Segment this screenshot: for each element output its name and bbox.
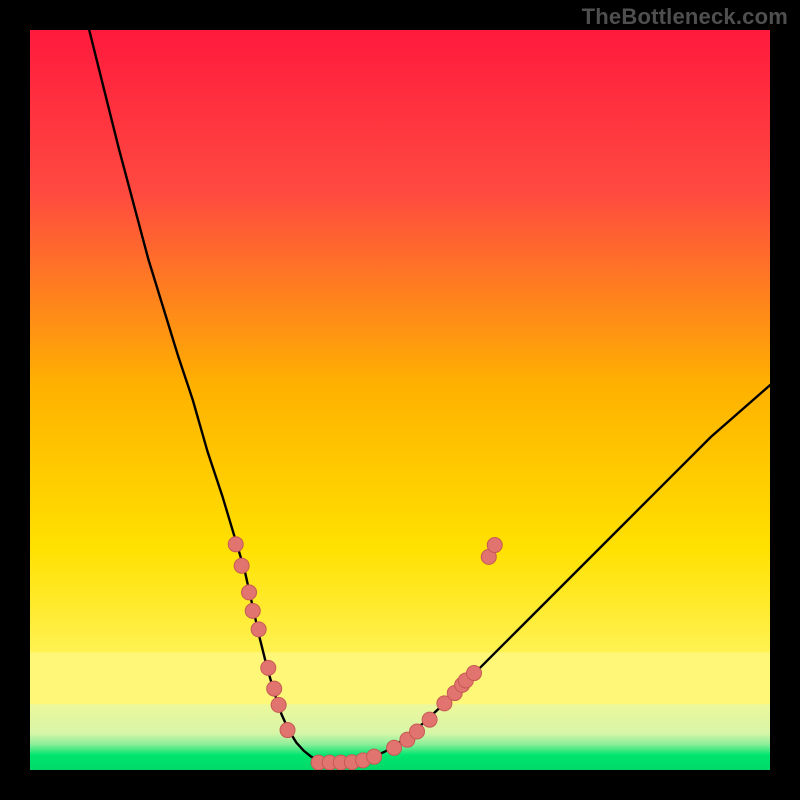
dot-cluster-left (228, 537, 295, 738)
data-dot (261, 660, 276, 675)
data-dot (271, 697, 286, 712)
dot-cluster-bottom (311, 749, 382, 770)
dot-cluster-right (387, 538, 503, 756)
data-dot (487, 538, 502, 553)
data-dot (228, 537, 243, 552)
plot-area (30, 30, 770, 770)
bottleneck-curve (89, 30, 770, 763)
data-dot (422, 712, 437, 727)
watermark-text: TheBottleneck.com (582, 4, 788, 30)
data-dot (387, 740, 402, 755)
outer-frame: TheBottleneck.com (0, 0, 800, 800)
data-dot (245, 603, 260, 618)
chart-svg (30, 30, 770, 770)
data-dot (410, 724, 425, 739)
data-dot (267, 681, 282, 696)
data-dot (467, 666, 482, 681)
data-dot (280, 723, 295, 738)
data-dot (242, 585, 257, 600)
data-dot (367, 749, 382, 764)
data-dot (251, 622, 266, 637)
data-dot (234, 558, 249, 573)
